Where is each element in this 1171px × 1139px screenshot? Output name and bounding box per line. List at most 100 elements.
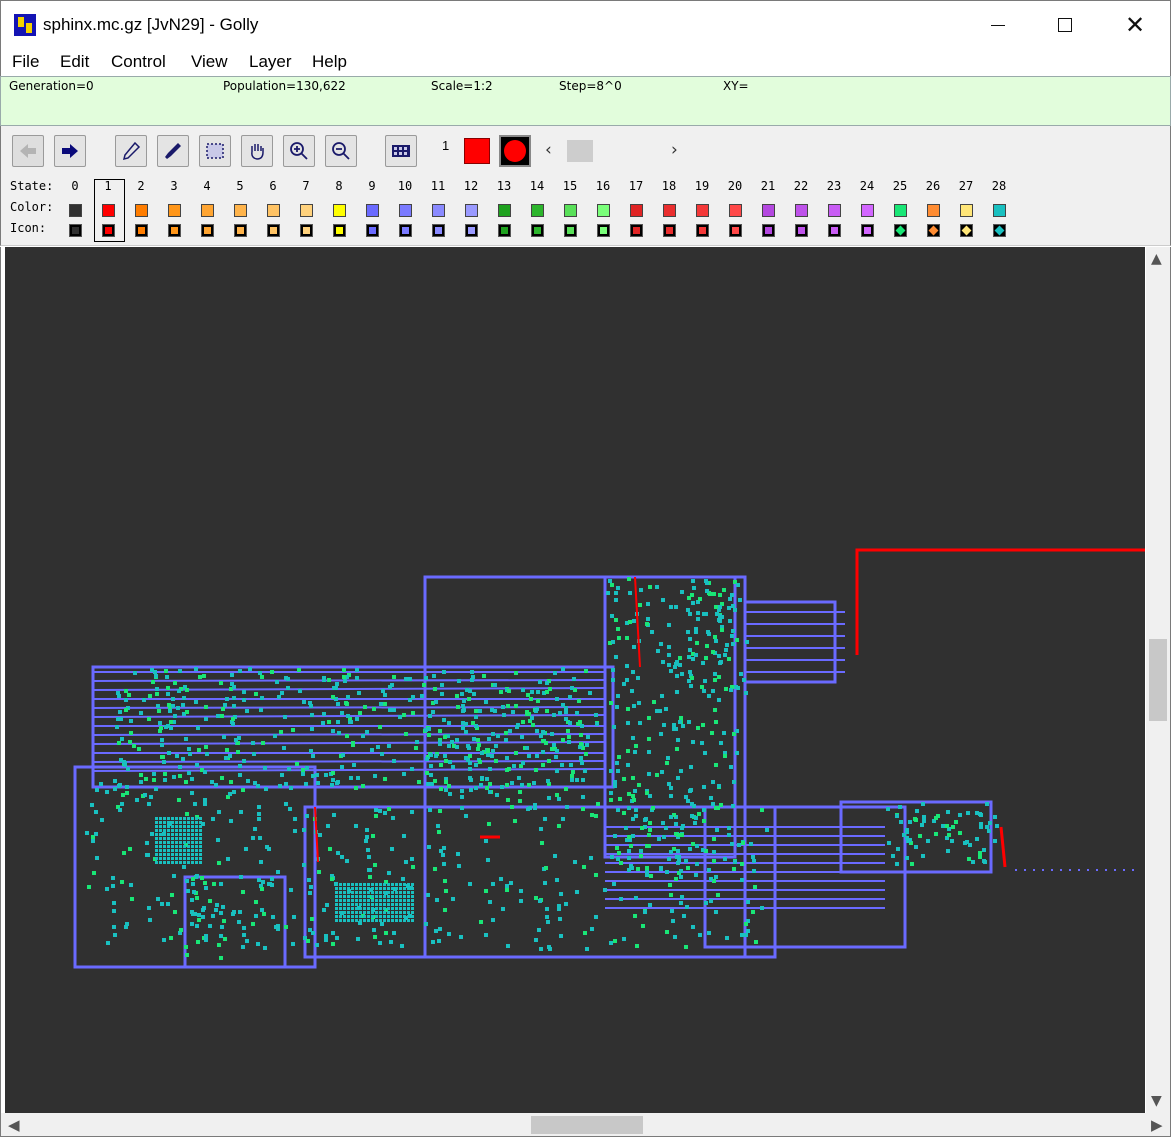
vertical-scroll-thumb[interactable]	[1149, 639, 1167, 721]
state-number-10[interactable]: 10	[393, 179, 417, 193]
state-icon-11[interactable]	[432, 224, 445, 237]
state-color-25[interactable]	[894, 204, 907, 217]
state-icon-24[interactable]	[861, 224, 874, 237]
menu-edit[interactable]: Edit	[60, 52, 89, 72]
state-number-24[interactable]: 24	[855, 179, 879, 193]
state-number-8[interactable]: 8	[327, 179, 351, 193]
state-icon-25[interactable]	[894, 224, 907, 237]
state-icon-22[interactable]	[795, 224, 808, 237]
state-color-0[interactable]	[69, 204, 82, 217]
zoom-out-button[interactable]	[325, 135, 357, 167]
state-number-21[interactable]: 21	[756, 179, 780, 193]
state-icon-2[interactable]	[135, 224, 148, 237]
state-number-28[interactable]: 28	[987, 179, 1011, 193]
state-icon-4[interactable]	[201, 224, 214, 237]
minimize-button[interactable]	[975, 1, 1021, 49]
state-number-11[interactable]: 11	[426, 179, 450, 193]
state-icon-20[interactable]	[729, 224, 742, 237]
state-icon-18[interactable]	[663, 224, 676, 237]
state-color-12[interactable]	[465, 204, 478, 217]
state-number-13[interactable]: 13	[492, 179, 516, 193]
current-state-icon-swatch[interactable]	[499, 135, 531, 167]
state-color-21[interactable]	[762, 204, 775, 217]
state-color-23[interactable]	[828, 204, 841, 217]
state-icon-9[interactable]	[366, 224, 379, 237]
state-number-17[interactable]: 17	[624, 179, 648, 193]
move-tool-button[interactable]	[241, 135, 273, 167]
state-number-26[interactable]: 26	[921, 179, 945, 193]
state-number-20[interactable]: 20	[723, 179, 747, 193]
state-color-27[interactable]	[960, 204, 973, 217]
state-color-17[interactable]	[630, 204, 643, 217]
state-number-12[interactable]: 12	[459, 179, 483, 193]
state-number-15[interactable]: 15	[558, 179, 582, 193]
state-slider[interactable]: ‹ ›	[539, 138, 689, 164]
horizontal-scroll-thumb[interactable]	[531, 1116, 643, 1134]
state-number-14[interactable]: 14	[525, 179, 549, 193]
state-icon-27[interactable]	[960, 224, 973, 237]
state-color-22[interactable]	[795, 204, 808, 217]
select-tool-button[interactable]	[199, 135, 231, 167]
state-color-10[interactable]	[399, 204, 412, 217]
state-icon-8[interactable]	[333, 224, 346, 237]
zoom-in-button[interactable]	[283, 135, 315, 167]
state-color-2[interactable]	[135, 204, 148, 217]
chevron-left-icon[interactable]: ‹	[545, 140, 552, 160]
scroll-left-icon[interactable]: ◀	[8, 1116, 20, 1134]
scroll-right-icon[interactable]: ▶	[1151, 1116, 1163, 1134]
state-number-1[interactable]: 1	[96, 179, 120, 193]
state-number-18[interactable]: 18	[657, 179, 681, 193]
state-number-27[interactable]: 27	[954, 179, 978, 193]
state-number-6[interactable]: 6	[261, 179, 285, 193]
state-number-2[interactable]: 2	[129, 179, 153, 193]
state-color-13[interactable]	[498, 204, 511, 217]
state-color-26[interactable]	[927, 204, 940, 217]
state-icon-3[interactable]	[168, 224, 181, 237]
state-icon-16[interactable]	[597, 224, 610, 237]
state-icon-10[interactable]	[399, 224, 412, 237]
state-number-23[interactable]: 23	[822, 179, 846, 193]
state-number-19[interactable]: 19	[690, 179, 714, 193]
state-color-6[interactable]	[267, 204, 280, 217]
state-icon-7[interactable]	[300, 224, 313, 237]
back-button[interactable]	[12, 135, 44, 167]
state-color-7[interactable]	[300, 204, 313, 217]
state-icon-12[interactable]	[465, 224, 478, 237]
pick-tool-button[interactable]	[157, 135, 189, 167]
menu-layer[interactable]: Layer	[249, 52, 292, 72]
state-number-7[interactable]: 7	[294, 179, 318, 193]
forward-button[interactable]	[54, 135, 86, 167]
menu-control[interactable]: Control	[111, 52, 166, 72]
state-number-0[interactable]: 0	[63, 179, 87, 193]
state-icon-13[interactable]	[498, 224, 511, 237]
scroll-up-icon[interactable]: ▲	[1151, 251, 1162, 267]
state-number-5[interactable]: 5	[228, 179, 252, 193]
pattern-viewport[interactable]: ▲ ▼	[0, 247, 1171, 1113]
state-color-18[interactable]	[663, 204, 676, 217]
state-number-22[interactable]: 22	[789, 179, 813, 193]
menu-view[interactable]: View	[191, 52, 228, 72]
state-number-3[interactable]: 3	[162, 179, 186, 193]
all-states-button[interactable]	[385, 135, 417, 167]
menu-file[interactable]: File	[12, 52, 39, 72]
state-color-19[interactable]	[696, 204, 709, 217]
state-icon-6[interactable]	[267, 224, 280, 237]
maximize-button[interactable]	[1042, 1, 1088, 49]
state-slider-thumb[interactable]	[567, 140, 593, 162]
state-color-20[interactable]	[729, 204, 742, 217]
state-color-28[interactable]	[993, 204, 1006, 217]
state-color-1[interactable]	[102, 204, 115, 217]
state-color-5[interactable]	[234, 204, 247, 217]
state-icon-28[interactable]	[993, 224, 1006, 237]
state-number-25[interactable]: 25	[888, 179, 912, 193]
draw-tool-button[interactable]	[115, 135, 147, 167]
state-number-16[interactable]: 16	[591, 179, 615, 193]
state-color-15[interactable]	[564, 204, 577, 217]
state-icon-17[interactable]	[630, 224, 643, 237]
state-icon-19[interactable]	[696, 224, 709, 237]
state-color-4[interactable]	[201, 204, 214, 217]
state-color-14[interactable]	[531, 204, 544, 217]
state-icon-26[interactable]	[927, 224, 940, 237]
state-icon-23[interactable]	[828, 224, 841, 237]
scroll-down-icon[interactable]: ▼	[1151, 1093, 1162, 1109]
